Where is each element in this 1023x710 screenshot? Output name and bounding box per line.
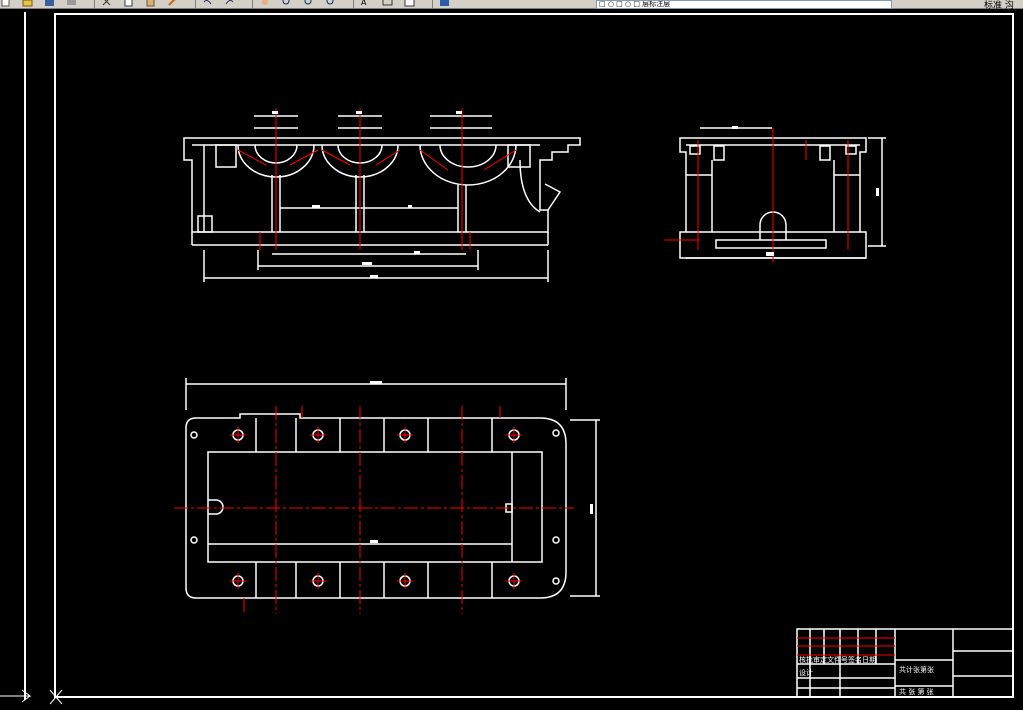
title-block-sheet-label: 共 张 第 张 — [899, 687, 934, 696]
open-icon[interactable] — [22, 0, 36, 8]
side-view — [679, 127, 886, 259]
dimension-icon[interactable] — [382, 0, 396, 8]
title-block-sign-row: 核批审定文件号签名日期 — [799, 655, 876, 664]
paste-icon[interactable] — [145, 0, 159, 8]
layer-icon[interactable] — [439, 0, 453, 8]
cut-icon[interactable] — [101, 0, 115, 8]
top-dim-text — [370, 381, 593, 543]
new-icon[interactable] — [0, 0, 14, 8]
table-icon[interactable] — [404, 0, 418, 8]
sheet-border — [24, 12, 1014, 700]
save-icon[interactable] — [44, 0, 58, 8]
top-view — [185, 378, 600, 599]
title-block-red-lines — [797, 637, 895, 656]
print-icon[interactable] — [66, 0, 80, 8]
zoom-previous-icon[interactable] — [325, 0, 339, 8]
match-icon[interactable] — [167, 0, 181, 8]
text-style-icon[interactable]: A — [360, 0, 374, 8]
redo-icon[interactable] — [224, 0, 238, 8]
toolbar-separator — [432, 0, 433, 8]
toolbar-separator — [94, 0, 95, 8]
pan-icon[interactable] — [259, 0, 273, 8]
copy-icon[interactable] — [123, 0, 137, 8]
zoom-realtime-icon[interactable] — [281, 0, 295, 8]
layer-dropdown[interactable]: □ ○ □ ○ □ 层标注层 — [596, 0, 892, 9]
undo-icon[interactable] — [202, 0, 216, 8]
drawing-canvas[interactable]: 核批审定文件号签名日期 设计 共计张第张 共 张 第 张 — [0, 9, 1023, 710]
svg-text:A: A — [361, 0, 367, 7]
toolbar-separator — [195, 0, 196, 8]
zoom-window-icon[interactable] — [303, 0, 317, 8]
title-block-design-label: 设计 — [799, 668, 813, 677]
front-dim-text — [272, 111, 462, 278]
front-view — [183, 115, 581, 282]
toolbar-separator — [353, 0, 354, 8]
title-block-scale-label: 共计张第张 — [899, 665, 934, 674]
ucs-icon — [0, 689, 63, 705]
toolbar-separator — [252, 0, 253, 8]
